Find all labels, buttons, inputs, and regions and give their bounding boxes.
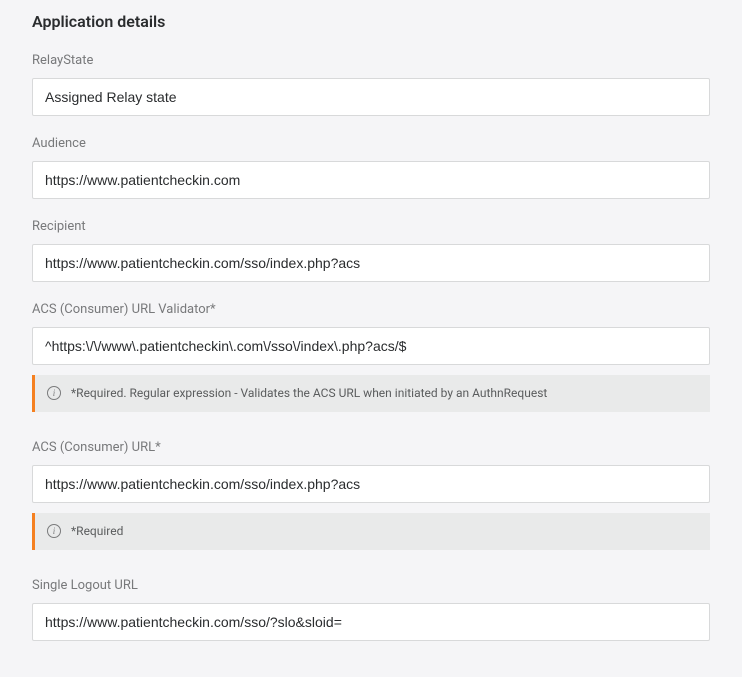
acs-validator-info-text: *Required. Regular expression - Validate… [71,385,547,402]
audience-field: Audience [32,136,710,199]
slo-url-field: Single Logout URL [32,578,710,641]
acs-validator-label: ACS (Consumer) URL Validator* [32,302,710,317]
acs-url-field: ACS (Consumer) URL* i *Required [32,440,710,550]
acs-validator-info: i *Required. Regular expression - Valida… [32,375,710,412]
recipient-label: Recipient [32,219,710,234]
relay-state-field: RelayState [32,53,710,116]
acs-validator-input[interactable] [32,327,710,365]
slo-url-label: Single Logout URL [32,578,710,593]
acs-url-info-text: *Required [71,523,123,540]
acs-url-label: ACS (Consumer) URL* [32,440,710,455]
application-details-form: Application details RelayState Audience … [0,0,742,677]
acs-url-input[interactable] [32,465,710,503]
relay-state-label: RelayState [32,53,710,68]
recipient-input[interactable] [32,244,710,282]
slo-url-input[interactable] [32,603,710,641]
acs-url-info: i *Required [32,513,710,550]
info-icon: i [47,386,61,400]
info-icon: i [47,524,61,538]
audience-label: Audience [32,136,710,151]
acs-validator-field: ACS (Consumer) URL Validator* i *Require… [32,302,710,412]
audience-input[interactable] [32,161,710,199]
relay-state-input[interactable] [32,78,710,116]
section-title: Application details [32,12,710,31]
recipient-field: Recipient [32,219,710,282]
